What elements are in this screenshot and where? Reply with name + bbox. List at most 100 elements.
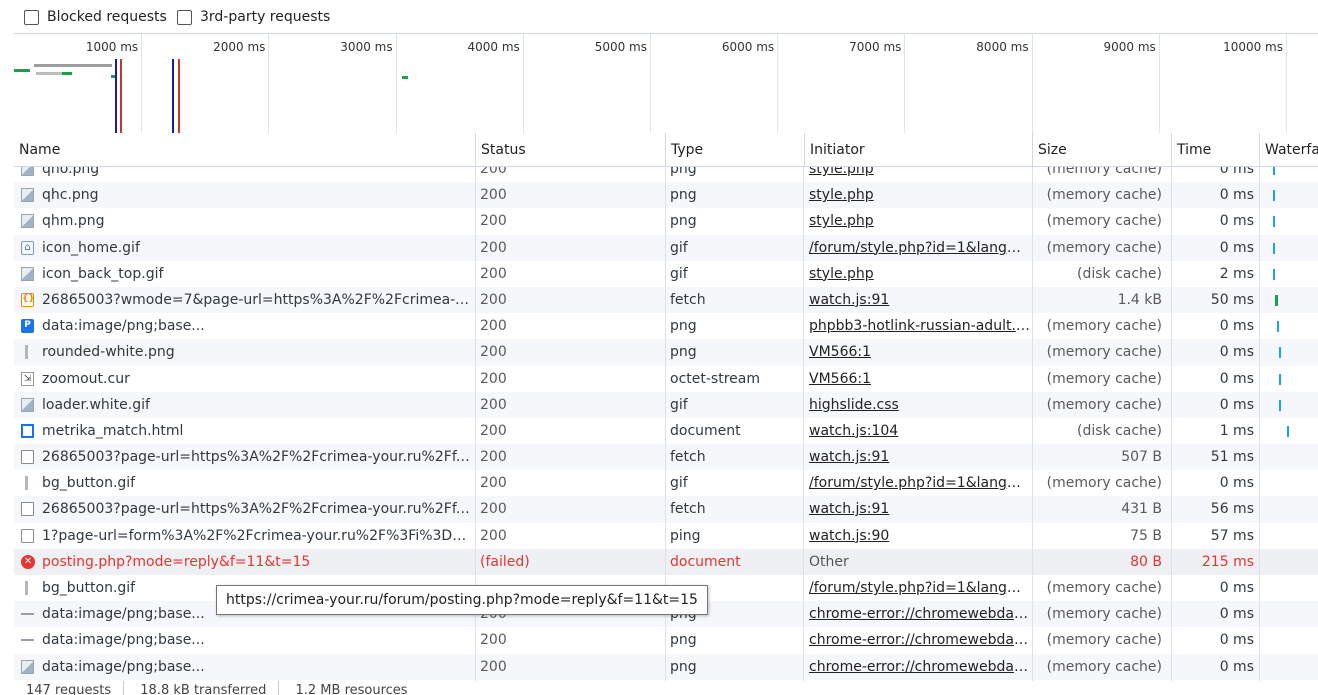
request-status: 200 [480, 632, 507, 649]
table-row[interactable]: qhm.png 200 png style.php (memory cache) 0 ms [14, 208, 1318, 234]
request-time: 57 ms [1210, 527, 1254, 544]
request-type: ping [670, 527, 701, 544]
request-initiator[interactable]: watch.js:91 [804, 287, 1032, 313]
request-time: 1 ms [1219, 422, 1254, 439]
request-size: 75 B [1130, 527, 1162, 544]
request-initiator[interactable]: style.php [804, 182, 1032, 208]
checkbox-box[interactable] [24, 9, 39, 25]
request-initiator[interactable]: Other [804, 549, 1032, 575]
request-size: (memory cache) [1046, 344, 1162, 361]
table-row[interactable]: 1?page-url=form%3A%2F%2Fcrimea-your.ru%2… [14, 523, 1318, 549]
column-header-initiator[interactable]: Initiator [804, 133, 1032, 166]
request-time: 0 ms [1219, 318, 1254, 335]
table-row[interactable]: 26865003?page-url=https%3A%2F%2Fcrimea-y… [14, 444, 1318, 471]
request-size: (memory cache) [1046, 606, 1162, 623]
request-status: 200 [480, 422, 507, 439]
request-initiator[interactable]: VM566:1 [804, 339, 1032, 365]
request-time: 215 ms [1201, 553, 1254, 570]
request-initiator[interactable]: chrome-error://chromewebdat... [804, 601, 1032, 627]
waterfall-bar [1273, 268, 1275, 280]
request-initiator[interactable]: /forum/style.php?id=1&lang=r... [804, 575, 1032, 601]
table-row[interactable]: bg_button.gif 200 gif/forum/style.php?id=1… [14, 470, 1318, 496]
timeline-tick-label: 8000 ms [976, 40, 1029, 54]
waterfall-bar [1273, 242, 1275, 254]
table-row[interactable]: data:image/png;base... 200 png chrome-error… [14, 627, 1318, 653]
timeline-activity-bar [402, 76, 408, 79]
request-size: (memory cache) [1046, 318, 1162, 335]
request-initiator[interactable]: watch.js:90 [804, 523, 1032, 549]
table-row[interactable]: 26865003?page-url=https%3A%2F%2Fcrimea-y… [14, 496, 1318, 523]
table-row[interactable]: loader.white.gif 200 gif highslide.css (memo… [14, 391, 1318, 418]
table-row[interactable]: metrika_match.html 200 document watch.js:10… [14, 418, 1318, 444]
request-status: 200 [480, 239, 507, 256]
request-type: png [670, 213, 697, 230]
request-status: 200 [480, 370, 507, 387]
column-divider [1259, 133, 1260, 681]
request-initiator[interactable]: phpbb3-hotlink-russian-adult.j... [804, 313, 1032, 339]
request-name: 26865003?page-url=https%3A%2F%2Fcrimea-y… [42, 501, 474, 518]
request-time: 0 ms [1219, 606, 1254, 623]
timeline-gridline [522, 34, 524, 134]
request-size: (memory cache) [1046, 632, 1162, 649]
table-row[interactable]: rounded-white.png 200 png VM566:1 (memory ca… [14, 339, 1318, 366]
request-name: 1?page-url=form%3A%2F%2Fcrimea-your.ru%2… [42, 527, 474, 544]
request-name: posting.php?mode=reply&f=11&t=15 [42, 553, 311, 570]
timeline-tick-label: 2000 ms [213, 40, 266, 54]
timeline-tick-label: 5000 ms [594, 40, 647, 54]
request-time: 0 ms [1219, 396, 1254, 413]
column-header-time[interactable]: Time [1171, 133, 1259, 166]
table-row[interactable]: icon_back_top.gif 200 gif style.php (disk ca… [14, 261, 1318, 287]
request-initiator[interactable]: VM566:1 [804, 366, 1032, 392]
request-initiator[interactable]: chrome-error://chromewebdat... [804, 627, 1032, 653]
table-row[interactable]: Pdata:image/png;base... 200 png phpbb3-hotl… [14, 313, 1318, 339]
table-row[interactable]: ✕ posting.php?mode=reply&f=11&t=15 (failed… [14, 548, 1318, 575]
table-row[interactable]: qhc.png 200 png style.php (memory cache) 0 ms [14, 182, 1318, 209]
blocked-requests-checkbox[interactable]: Blocked requests [24, 9, 167, 25]
request-size: (disk cache) [1076, 422, 1162, 439]
timeline-gridline [904, 34, 906, 134]
column-divider [803, 133, 804, 681]
request-size: (disk cache) [1076, 265, 1162, 282]
column-header-status[interactable]: Status [475, 133, 665, 166]
request-initiator[interactable]: /forum/style.php?id=1&lang=r... [804, 470, 1032, 496]
request-size: (memory cache) [1046, 370, 1162, 387]
request-initiator[interactable]: style.php [804, 261, 1032, 287]
timeline-activity-bar [14, 69, 30, 72]
request-initiator[interactable]: watch.js:104 [804, 418, 1032, 444]
transferred-size: 18.8 kB transferred [128, 681, 280, 695]
request-initiator[interactable]: highslide.css [804, 392, 1032, 418]
request-type: octet-stream [670, 370, 760, 387]
request-initiator[interactable]: watch.js:91 [804, 496, 1032, 522]
resources-size: 1.2 MB resources [295, 683, 408, 695]
request-initiator[interactable]: watch.js:91 [804, 444, 1032, 470]
table-row[interactable]: ⇲ zoomout.cur 200 octet-stream VM566:1 (memor… [14, 366, 1318, 392]
timeline-event-marker [178, 59, 180, 134]
third-party-requests-checkbox[interactable]: 3rd-party requests [177, 9, 330, 25]
table-row[interactable]: {} 26865003?wmode=7&page-url=https%3A%2F%… [14, 286, 1318, 314]
waterfall-bar [1287, 425, 1289, 437]
request-type: gif [670, 239, 688, 256]
timeline-tick-label: 6000 ms [721, 40, 775, 54]
table-row[interactable]: ⌂ icon_home.gif 200 gif/forum/style.php?id=… [14, 234, 1318, 261]
request-time: 56 ms [1210, 501, 1254, 518]
column-header-waterfall[interactable]: Waterfall [1259, 133, 1318, 166]
column-header-type[interactable]: Type [665, 133, 804, 166]
timeline-gridline [268, 34, 270, 134]
checkbox-box[interactable] [177, 9, 192, 25]
waterfall-bar [1273, 190, 1275, 202]
timeline-gridline [777, 34, 779, 134]
request-name: qhm.png [42, 213, 105, 230]
column-header-name[interactable]: Name [14, 133, 475, 166]
timeline-overview[interactable]: 1000 ms 2000 ms 3000 ms 4000 ms 5000 ms 6000 … [14, 33, 1318, 135]
request-status: 200 [480, 449, 507, 466]
request-initiator[interactable]: style.php [804, 208, 1032, 234]
timeline-tick-label: 1000 ms [85, 40, 139, 54]
column-header-size[interactable]: Size [1032, 133, 1168, 166]
request-status: 200 [480, 213, 507, 230]
request-initiator[interactable]: /forum/style.php?id=1&lang=r... [804, 235, 1032, 261]
timeline-gridline [1158, 34, 1160, 134]
request-type: png [670, 187, 697, 204]
table-row[interactable]: data:image/png;base... 200 png chrome-error… [14, 653, 1318, 680]
request-status: 200 [480, 318, 507, 335]
request-initiator[interactable]: chrome-error://chromewebdat... [804, 654, 1032, 680]
